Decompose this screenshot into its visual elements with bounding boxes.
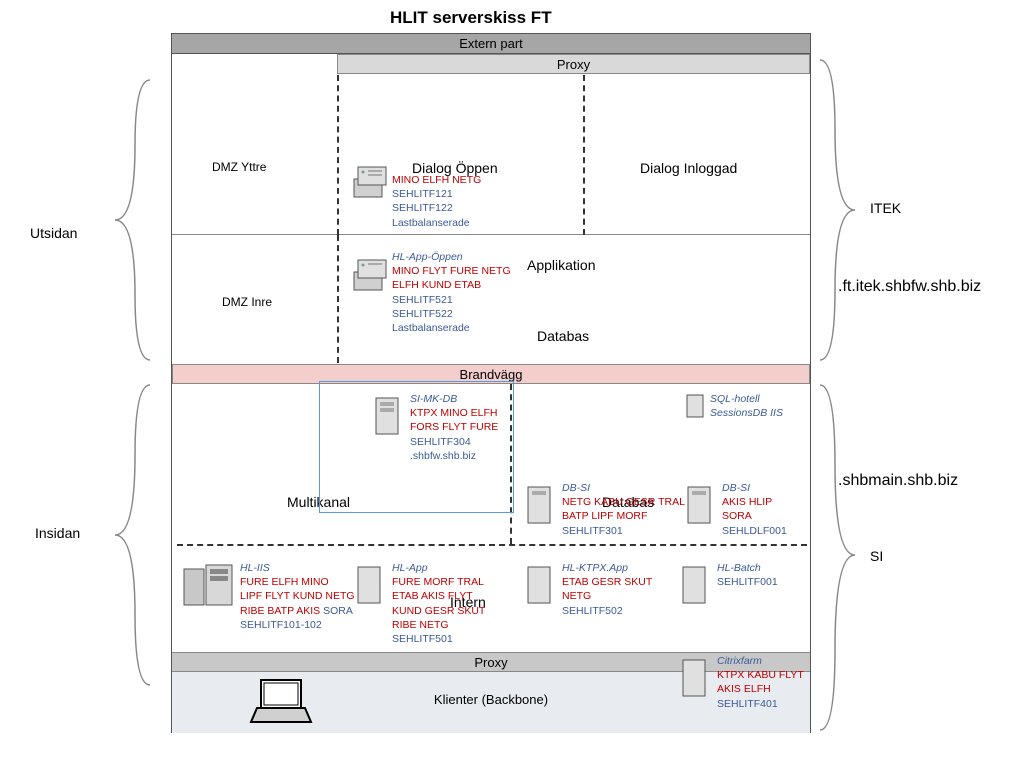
label-domain1: .ft.itek.shbfw.shb.biz xyxy=(838,278,981,296)
line: ETAB GESR SKUT xyxy=(562,575,652,589)
line: HL-App-Öppen xyxy=(392,250,511,264)
line: NETG xyxy=(562,589,652,603)
line: Lastbalanserade xyxy=(392,216,481,230)
brace-utsidan xyxy=(95,75,165,365)
dash-r1 xyxy=(583,75,585,235)
line: FORS FLYT FURE xyxy=(410,420,498,434)
line: SEHLITF501 xyxy=(392,632,485,646)
line: SORA xyxy=(722,509,787,523)
server-tower-icon xyxy=(677,654,713,702)
line: KTPX MINO ELFH xyxy=(410,406,498,420)
line: SEHLITF001 xyxy=(717,575,778,589)
line: AKIS ELFH xyxy=(717,682,804,696)
line: AKIS HLIP xyxy=(722,495,787,509)
line: ETAB AKIS FLYT xyxy=(392,589,485,603)
header-proxy-top: Proxy xyxy=(337,54,810,74)
line: SEHLITF121 xyxy=(392,187,481,201)
label-dmz-inre: DMZ Inre xyxy=(222,295,272,309)
line: BATP LIPF MORF xyxy=(562,509,685,523)
main-frame: Extern part Proxy DMZ Yttre Dialog Öppen… xyxy=(171,33,811,733)
dash-l1 xyxy=(337,75,339,235)
line: NETG KABU GESR TRAL xyxy=(562,495,685,509)
label-si: SI xyxy=(870,548,883,564)
zone-intern: Intern HL-IIS FURE ELFH MINO LIPF FLYT K… xyxy=(172,546,810,651)
server-db-si-2: DB-SI AKIS HLIP SORA SEHLDLF001 xyxy=(682,481,787,538)
line: HL-IIS xyxy=(240,561,355,575)
line: MINO FLYT FURE NETG xyxy=(392,264,511,278)
server-hl-app: HL-App FURE MORF TRAL ETAB AKIS FLYT KUN… xyxy=(352,561,485,646)
server-tower-icon xyxy=(522,561,558,609)
zone-dmz-inre: DMZ Inre Applikation Databas HL-App-Öppe… xyxy=(172,235,810,364)
brace-itek xyxy=(815,55,865,365)
label-applikation: Applikation xyxy=(527,257,596,273)
line: SEHLITF522 xyxy=(392,307,511,321)
line: SEHLITF521 xyxy=(392,293,511,307)
label-dialog-inloggad: Dialog Inloggad xyxy=(640,160,737,176)
line: Citrixfarm xyxy=(717,654,804,668)
line: SQL-hotell xyxy=(710,392,783,406)
server-db-si-1: DB-SI NETG KABU GESR TRAL BATP LIPF MORF… xyxy=(522,481,685,538)
server-tower-icon xyxy=(682,481,718,529)
line: KUND GESR SKUT xyxy=(392,604,485,618)
line: SEHLITF101-102 xyxy=(240,618,355,632)
line: Lastbalanserade xyxy=(392,321,511,335)
line: DB-SI xyxy=(562,481,685,495)
zone-dmz-yttre: DMZ Yttre Dialog Öppen Dialog Inloggad M… xyxy=(172,75,810,235)
diagram-title: HLIT serverskiss FT xyxy=(390,8,552,28)
server-stack-icon xyxy=(352,250,388,298)
server-citrix: Citrixfarm KTPX KABU FLYT AKIS ELFH SEHL… xyxy=(677,654,804,711)
line: RIBE BATP AKIS SORA xyxy=(240,604,355,618)
dash-l2 xyxy=(337,235,339,363)
server-dialog-oppen: MINO ELFH NETG SEHLITF121 SEHLITF122 Las… xyxy=(352,157,481,230)
line: RIBE NETG xyxy=(392,618,485,632)
line: MINO ELFH NETG xyxy=(392,173,481,187)
server-si-mk-db: SI-MK-DB KTPX MINO ELFH FORS FLYT FURE S… xyxy=(370,392,498,463)
server-stack-icon xyxy=(352,157,388,205)
line: SEHLITF401 xyxy=(717,697,804,711)
server-tower-icon xyxy=(522,481,558,529)
server-tower-icon xyxy=(370,392,406,440)
line: SEHLITF304 xyxy=(410,435,498,449)
server-rack-icon xyxy=(182,561,236,609)
zone-multikanal-db: Multikanal Databas SI-MK-DB KTPX MINO EL… xyxy=(172,384,810,544)
server-hl-ktpx: HL-KTPX.App ETAB GESR SKUT NETG SEHLITF5… xyxy=(522,561,652,618)
line: FURE MORF TRAL xyxy=(392,575,485,589)
line: SEHLDLF001 xyxy=(722,524,787,538)
server-tower-icon xyxy=(684,392,706,420)
brace-insidan xyxy=(95,380,165,690)
server-tower-icon xyxy=(352,561,388,609)
line: LIPF FLYT KUND NETG xyxy=(240,589,355,603)
line: HL-App xyxy=(392,561,485,575)
label-utsidan: Utsidan xyxy=(30,225,77,241)
line: DB-SI xyxy=(722,481,787,495)
label-dmz-yttre: DMZ Yttre xyxy=(212,160,266,174)
server-hl-app-oppen: HL-App-Öppen MINO FLYT FURE NETG ELFH KU… xyxy=(352,250,511,335)
line: KTPX KABU FLYT xyxy=(717,668,804,682)
label-klienter: Klienter (Backbone) xyxy=(434,692,548,707)
line: ELFH KUND ETAB xyxy=(392,278,511,292)
label-itek: ITEK xyxy=(870,200,901,216)
server-tower-icon xyxy=(677,561,713,609)
line: FURE ELFH MINO xyxy=(240,575,355,589)
server-hl-iis: HL-IIS FURE ELFH MINO LIPF FLYT KUND NET… xyxy=(182,561,355,632)
line: SEHLITF502 xyxy=(562,604,652,618)
server-sql-hotell: SQL-hotell SessionsDB IIS xyxy=(684,392,783,420)
label-databas: Databas xyxy=(537,328,589,344)
label-insidan: Insidan xyxy=(35,525,80,541)
line: SI-MK-DB xyxy=(410,392,498,406)
line: HL-KTPX.App xyxy=(562,561,652,575)
laptop-icon xyxy=(247,676,315,728)
brace-si xyxy=(815,380,865,735)
server-hl-batch: HL-Batch SEHLITF001 xyxy=(677,561,778,609)
line: SEHLITF301 xyxy=(562,524,685,538)
line: .shbfw.shb.biz xyxy=(410,449,498,463)
header-extern: Extern part xyxy=(172,34,810,54)
line: SEHLITF122 xyxy=(392,201,481,215)
line: SessionsDB IIS xyxy=(710,406,783,420)
line: HL-Batch xyxy=(717,561,778,575)
